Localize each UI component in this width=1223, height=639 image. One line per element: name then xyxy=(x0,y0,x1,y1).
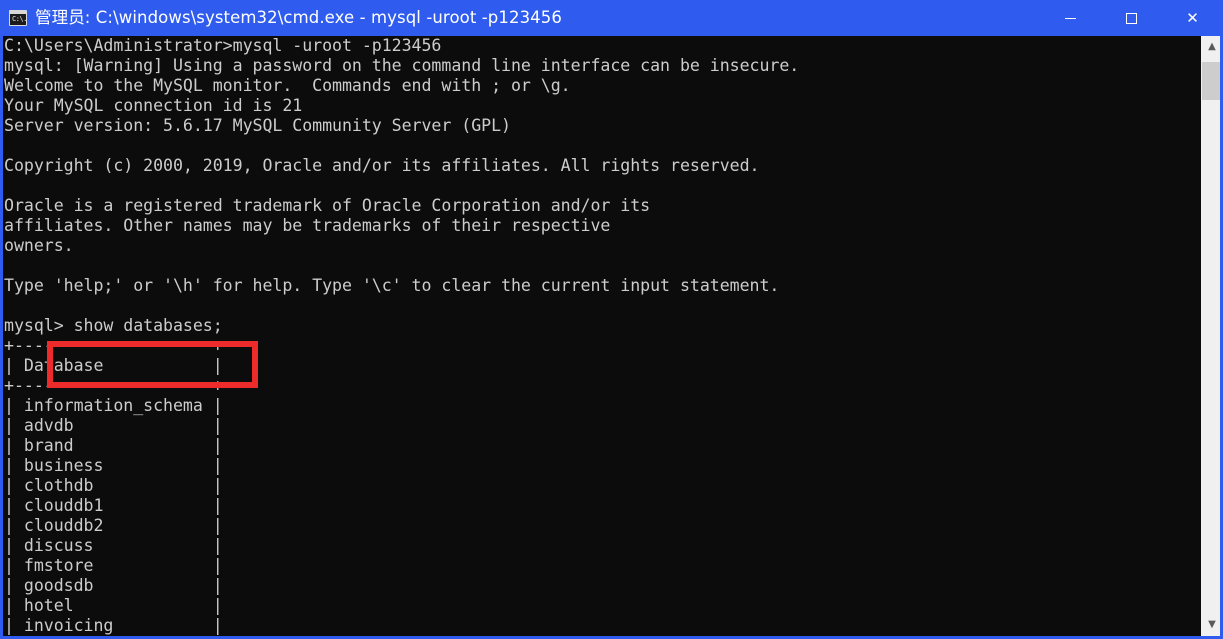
maximize-icon xyxy=(1101,0,1162,36)
window-controls: ✕ xyxy=(1040,0,1223,36)
title-bar[interactable]: C:\. 管理员: C:\windows\system32\cmd.exe - … xyxy=(0,0,1223,36)
window-border-left xyxy=(0,36,3,639)
cmd-icon[interactable]: C:\. xyxy=(9,10,27,26)
cmd-icon-label: C:\. xyxy=(12,15,27,23)
console-text: C:\Users\Administrator>mysql -uroot -p12… xyxy=(4,36,800,635)
window-title: 管理员: C:\windows\system32\cmd.exe - mysql… xyxy=(35,8,562,27)
maximize-button[interactable] xyxy=(1101,0,1162,36)
close-button[interactable]: ✕ xyxy=(1162,0,1223,36)
minimize-button[interactable] xyxy=(1040,0,1101,36)
close-icon: ✕ xyxy=(1186,9,1199,27)
console-output-area[interactable]: C:\Users\Administrator>mysql -uroot -p12… xyxy=(3,36,1220,636)
minimize-icon xyxy=(1040,0,1101,36)
cmd-window: C:\. 管理员: C:\windows\system32\cmd.exe - … xyxy=(0,0,1223,639)
